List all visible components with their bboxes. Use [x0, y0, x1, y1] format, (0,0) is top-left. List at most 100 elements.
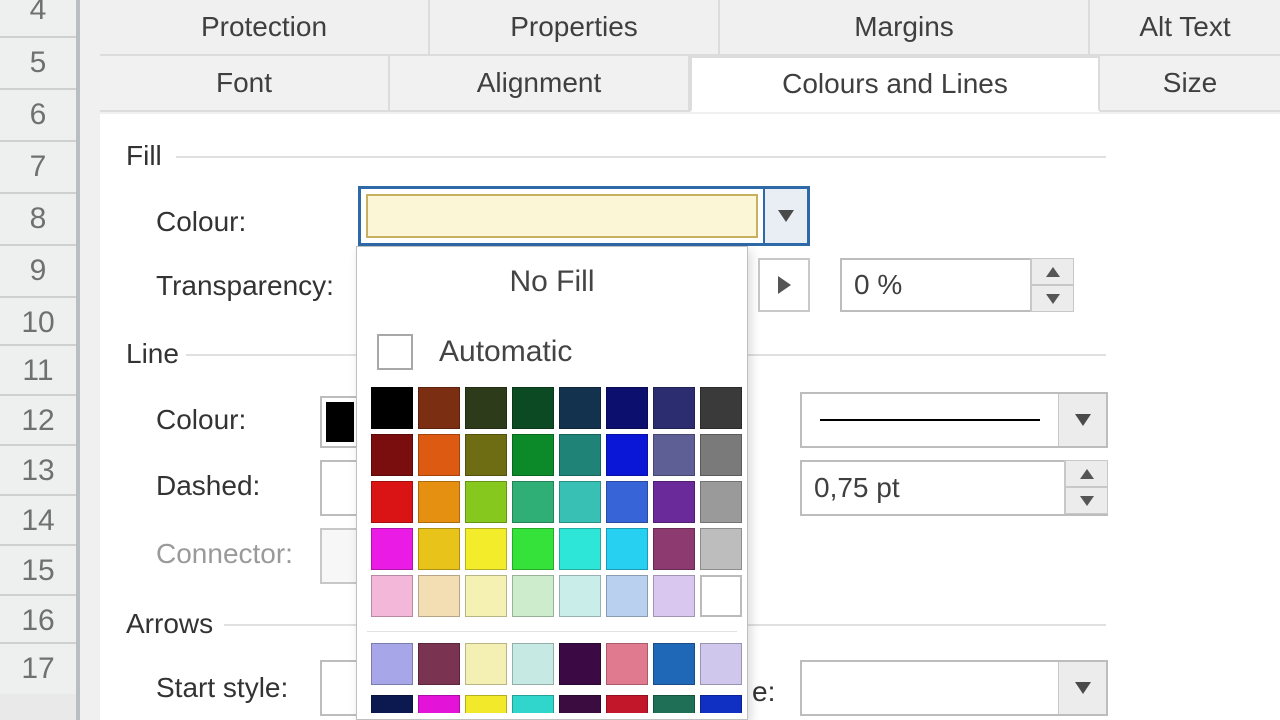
colour-swatch[interactable] — [371, 481, 413, 523]
colour-swatch[interactable] — [418, 387, 460, 429]
colour-swatch[interactable] — [653, 434, 695, 476]
colour-swatch[interactable] — [559, 695, 601, 713]
colour-swatch[interactable] — [606, 481, 648, 523]
colour-swatch[interactable] — [700, 528, 742, 570]
line-weight-up[interactable] — [1065, 460, 1108, 487]
colour-swatch[interactable] — [418, 695, 460, 713]
colour-swatch[interactable] — [653, 695, 695, 713]
tab-properties[interactable]: Properties — [430, 0, 720, 54]
tab-margins[interactable]: Margins — [720, 0, 1090, 54]
colour-swatch[interactable] — [371, 528, 413, 570]
colour-swatch[interactable] — [559, 528, 601, 570]
colour-swatch[interactable] — [512, 434, 554, 476]
colour-swatch[interactable] — [606, 695, 648, 713]
colour-swatch[interactable] — [418, 528, 460, 570]
colour-swatch[interactable] — [559, 481, 601, 523]
colour-swatch[interactable] — [465, 643, 507, 685]
colour-swatch[interactable] — [653, 481, 695, 523]
start-style-select[interactable] — [320, 660, 360, 716]
colour-swatch[interactable] — [700, 387, 742, 429]
colour-swatch[interactable] — [371, 387, 413, 429]
row-header[interactable]: 8 — [0, 192, 76, 244]
transparency-more-button[interactable] — [758, 258, 810, 312]
colour-swatch[interactable] — [512, 575, 554, 617]
popup-automatic[interactable]: Automatic — [357, 317, 747, 387]
colour-swatch[interactable] — [371, 434, 413, 476]
colour-swatch[interactable] — [559, 387, 601, 429]
fill-colour-swatch — [366, 194, 758, 238]
row-header[interactable]: 15 — [0, 544, 76, 596]
fill-colour-dropdown-button[interactable] — [763, 189, 807, 243]
colour-swatch[interactable] — [653, 643, 695, 685]
row-header[interactable]: 6 — [0, 88, 76, 140]
row-header[interactable]: 16 — [0, 594, 76, 646]
tab-alignment[interactable]: Alignment — [390, 56, 690, 112]
row-header[interactable]: 13 — [0, 444, 76, 496]
line-style-dropdown-button[interactable] — [1058, 394, 1106, 446]
tab-alt-text[interactable]: Alt Text — [1090, 0, 1280, 54]
colour-swatch[interactable] — [465, 695, 507, 713]
row-header[interactable]: 10 — [0, 296, 76, 348]
colour-swatch[interactable] — [465, 528, 507, 570]
row-header[interactable]: 9 — [0, 244, 76, 296]
colour-swatch[interactable] — [465, 481, 507, 523]
row-header[interactable]: 4 — [0, 0, 76, 36]
colour-swatch[interactable] — [371, 643, 413, 685]
line-style-select[interactable] — [800, 392, 1108, 448]
colour-swatch[interactable] — [700, 643, 742, 685]
colour-swatch[interactable] — [418, 481, 460, 523]
colour-swatch[interactable] — [371, 575, 413, 617]
transparency-up[interactable] — [1031, 258, 1074, 285]
colour-swatch[interactable] — [700, 695, 742, 713]
colour-swatch[interactable] — [418, 575, 460, 617]
colour-swatch[interactable] — [512, 643, 554, 685]
label-connector: Connector: — [156, 538, 293, 570]
row-header[interactable]: 14 — [0, 494, 76, 546]
end-style-dropdown-button[interactable] — [1058, 662, 1106, 714]
row-header[interactable]: 17 — [0, 642, 76, 694]
colour-swatch[interactable] — [559, 643, 601, 685]
colour-swatch[interactable] — [606, 387, 648, 429]
line-weight-down[interactable] — [1065, 487, 1108, 514]
colour-swatch[interactable] — [371, 695, 413, 713]
chevron-down-icon — [1075, 414, 1091, 426]
row-header[interactable]: 11 — [0, 344, 76, 396]
colour-swatch[interactable] — [700, 481, 742, 523]
colour-swatch[interactable] — [606, 643, 648, 685]
fill-colour-picker[interactable] — [358, 186, 810, 246]
colour-swatch[interactable] — [559, 434, 601, 476]
transparency-value[interactable]: 0 % — [840, 258, 1074, 312]
colour-swatch[interactable] — [606, 575, 648, 617]
colour-swatch[interactable] — [700, 575, 742, 617]
colour-swatch[interactable] — [606, 434, 648, 476]
colour-swatch[interactable] — [465, 387, 507, 429]
colour-swatch[interactable] — [653, 575, 695, 617]
colour-swatch[interactable] — [512, 695, 554, 713]
tab-font[interactable]: Font — [100, 56, 390, 112]
row-header[interactable]: 12 — [0, 394, 76, 446]
colour-swatch[interactable] — [465, 575, 507, 617]
dashed-select[interactable] — [320, 460, 360, 516]
row-header[interactable]: 7 — [0, 140, 76, 192]
row-header[interactable]: 5 — [0, 36, 76, 88]
colour-swatch[interactable] — [512, 387, 554, 429]
line-colour-picker[interactable] — [320, 396, 360, 448]
colour-swatch[interactable] — [653, 528, 695, 570]
transparency-down[interactable] — [1031, 285, 1074, 312]
colour-swatch[interactable] — [512, 481, 554, 523]
tab-protection[interactable]: Protection — [100, 0, 430, 54]
colour-swatch[interactable] — [418, 643, 460, 685]
tab-size[interactable]: Size — [1100, 56, 1280, 112]
colour-swatch[interactable] — [700, 434, 742, 476]
end-style-select[interactable] — [800, 660, 1108, 716]
line-weight-value[interactable]: 0,75 pt — [800, 460, 1108, 516]
colour-swatch[interactable] — [418, 434, 460, 476]
tab-colours-and-lines[interactable]: Colours and Lines — [690, 56, 1100, 112]
label-line-colour: Colour: — [156, 404, 246, 436]
colour-swatch[interactable] — [559, 575, 601, 617]
colour-swatch[interactable] — [606, 528, 648, 570]
colour-swatch[interactable] — [512, 528, 554, 570]
colour-swatch[interactable] — [653, 387, 695, 429]
colour-swatch[interactable] — [465, 434, 507, 476]
popup-no-fill[interactable]: No Fill — [357, 247, 747, 317]
